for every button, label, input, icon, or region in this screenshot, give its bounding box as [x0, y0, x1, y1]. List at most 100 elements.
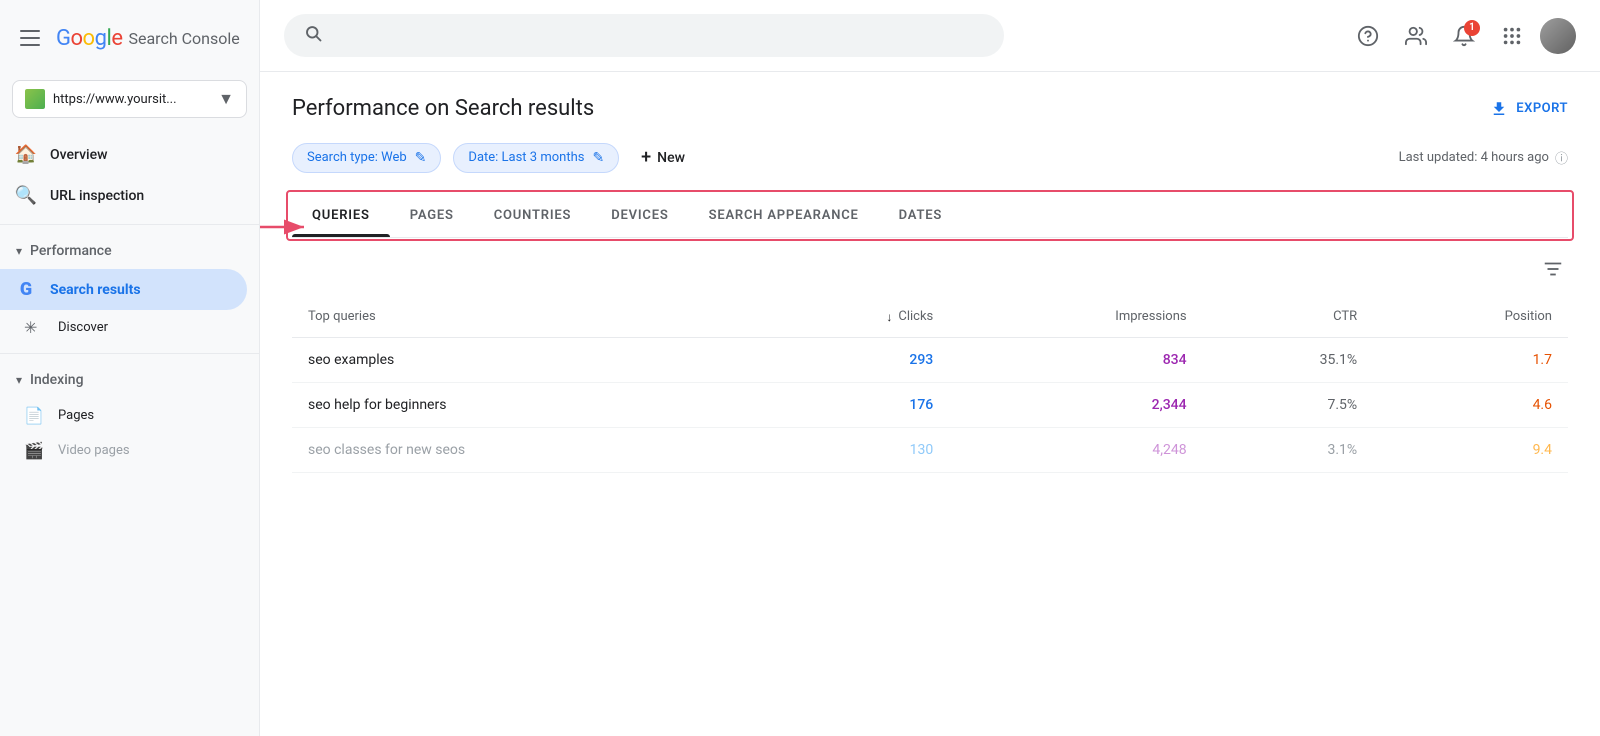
google-logo-text: Google — [56, 26, 122, 51]
cell-query: seo classes for new seos — [292, 427, 756, 472]
cell-impressions: 4,248 — [949, 427, 1202, 472]
date-filter[interactable]: Date: Last 3 months ✎ — [453, 143, 619, 173]
sidebar-item-video-pages-label: Video pages — [58, 443, 130, 458]
tab-search-appearance-label: SEARCH APPEARANCE — [709, 208, 859, 223]
app-title: Search Console — [128, 29, 239, 48]
sidebar-item-pages-label: Pages — [58, 408, 94, 423]
notifications-button[interactable]: 1 — [1444, 16, 1484, 56]
date-filter-label: Date: Last 3 months — [468, 150, 584, 165]
date-edit-icon[interactable]: ✎ — [592, 150, 604, 166]
tab-search-appearance[interactable]: SEARCH APPEARANCE — [689, 194, 879, 237]
cell-position: 9.4 — [1373, 427, 1568, 472]
user-avatar[interactable] — [1540, 18, 1576, 54]
sidebar: Google Search Console https://www.yoursi… — [0, 0, 260, 736]
col-header-position[interactable]: Position — [1373, 297, 1568, 337]
sidebar-section-indexing-label: Indexing — [30, 372, 83, 388]
col-header-clicks[interactable]: ↓ Clicks — [756, 297, 949, 337]
site-dropdown-icon: ▼ — [218, 89, 234, 109]
sidebar-item-overview[interactable]: 🏠 Overview — [0, 134, 247, 175]
search-type-filter[interactable]: Search type: Web ✎ — [292, 143, 441, 173]
top-bar-icons: 1 — [1348, 16, 1576, 56]
tab-countries[interactable]: COUNTRIES — [474, 194, 591, 237]
cell-position: 4.6 — [1373, 382, 1568, 427]
search-input[interactable] — [332, 27, 984, 44]
tab-dates[interactable]: DATES — [879, 194, 962, 237]
last-updated-help-icon: ⓘ — [1555, 148, 1568, 167]
cell-impressions: 834 — [949, 337, 1202, 382]
search-bar-icon — [304, 24, 322, 47]
search-type-edit-icon[interactable]: ✎ — [415, 150, 427, 166]
page-header: Performance on Search results EXPORT — [292, 96, 1568, 121]
sidebar-section-indexing[interactable]: ▾ Indexing — [0, 362, 259, 398]
page-title: Performance on Search results — [292, 96, 594, 121]
table-row[interactable]: seo examples 293 834 35.1% 1.7 — [292, 337, 1568, 382]
last-updated-text: Last updated: 4 hours ago — [1399, 150, 1549, 165]
google-g-icon: G — [16, 279, 36, 300]
tab-queries[interactable]: QUERIES — [292, 194, 390, 237]
site-selector[interactable]: https://www.yoursit... ▼ — [12, 80, 247, 118]
table-toolbar — [292, 238, 1568, 297]
indexing-section-arrow: ▾ — [16, 373, 22, 387]
hamburger-menu-button[interactable] — [16, 26, 44, 50]
pages-icon: 📄 — [24, 406, 44, 425]
sidebar-header: Google Search Console — [0, 0, 259, 72]
col-header-query: Top queries — [292, 297, 756, 337]
plus-icon: + — [641, 147, 651, 168]
search-bar[interactable] — [284, 14, 1004, 57]
sidebar-item-discover-label: Discover — [58, 320, 108, 335]
tab-pages[interactable]: PAGES — [390, 194, 474, 237]
main-content: 1 Performance on Search results — [260, 0, 1600, 736]
tab-queries-label: QUERIES — [312, 208, 370, 223]
sidebar-item-url-inspection-label: URL inspection — [50, 188, 144, 204]
last-updated: Last updated: 4 hours ago ⓘ — [1399, 148, 1568, 167]
home-icon: 🏠 — [16, 144, 36, 165]
sidebar-item-pages[interactable]: 📄 Pages — [0, 398, 247, 433]
tab-dates-label: DATES — [899, 208, 942, 223]
tab-devices[interactable]: DEVICES — [591, 194, 688, 237]
apps-button[interactable] — [1492, 16, 1532, 56]
export-button[interactable]: EXPORT — [1490, 100, 1568, 118]
new-filter-label: New — [657, 150, 685, 166]
sidebar-item-overview-label: Overview — [50, 147, 107, 163]
page-content: Performance on Search results EXPORT Sea… — [260, 72, 1600, 736]
tab-devices-label: DEVICES — [611, 208, 668, 223]
filter-bar: Search type: Web ✎ Date: Last 3 months ✎… — [292, 141, 1568, 174]
sidebar-item-discover[interactable]: ✳ Discover — [0, 310, 247, 345]
cell-query: seo examples — [292, 337, 756, 382]
account-settings-button[interactable] — [1396, 16, 1436, 56]
sidebar-section-performance-label: Performance — [30, 243, 112, 259]
sidebar-item-url-inspection[interactable]: 🔍 URL inspection — [0, 175, 247, 216]
table-row[interactable]: seo classes for new seos 130 4,248 3.1% … — [292, 427, 1568, 472]
avatar-image — [1540, 18, 1576, 54]
app-logo: Google Search Console — [56, 26, 240, 51]
table-filter-button[interactable] — [1538, 254, 1568, 289]
table-row[interactable]: seo help for beginners 176 2,344 7.5% 4.… — [292, 382, 1568, 427]
tabs-container: QUERIES PAGES COUNTRIES DEVICES SEARCH A… — [292, 194, 1568, 238]
tabs-row: QUERIES PAGES COUNTRIES DEVICES SEARCH A… — [292, 194, 1568, 238]
discover-icon: ✳ — [24, 318, 44, 337]
search-icon: 🔍 — [16, 185, 36, 206]
col-header-ctr[interactable]: CTR — [1203, 297, 1374, 337]
clicks-sort-arrow: ↓ — [886, 310, 892, 324]
export-label: EXPORT — [1516, 101, 1568, 116]
performance-section-arrow: ▾ — [16, 244, 22, 258]
sidebar-divider-2 — [0, 353, 259, 354]
site-url: https://www.yoursit... — [53, 92, 210, 107]
cell-clicks: 176 — [756, 382, 949, 427]
queries-table: Top queries ↓ Clicks Impressions CTR — [292, 297, 1568, 473]
sidebar-item-search-results[interactable]: G Search results — [0, 269, 247, 310]
tab-pages-label: PAGES — [410, 208, 454, 223]
sidebar-divider-1 — [0, 224, 259, 225]
cell-query: seo help for beginners — [292, 382, 756, 427]
video-pages-icon: 🎬 — [24, 441, 44, 460]
cell-ctr: 3.1% — [1203, 427, 1374, 472]
new-filter-button[interactable]: + New — [631, 141, 695, 174]
sidebar-item-video-pages[interactable]: 🎬 Video pages — [0, 433, 247, 468]
cell-position: 1.7 — [1373, 337, 1568, 382]
search-type-filter-label: Search type: Web — [307, 150, 407, 165]
col-header-impressions[interactable]: Impressions — [949, 297, 1202, 337]
sidebar-section-performance[interactable]: ▾ Performance — [0, 233, 259, 269]
notification-badge: 1 — [1464, 20, 1480, 36]
help-button[interactable] — [1348, 16, 1388, 56]
cell-ctr: 7.5% — [1203, 382, 1374, 427]
